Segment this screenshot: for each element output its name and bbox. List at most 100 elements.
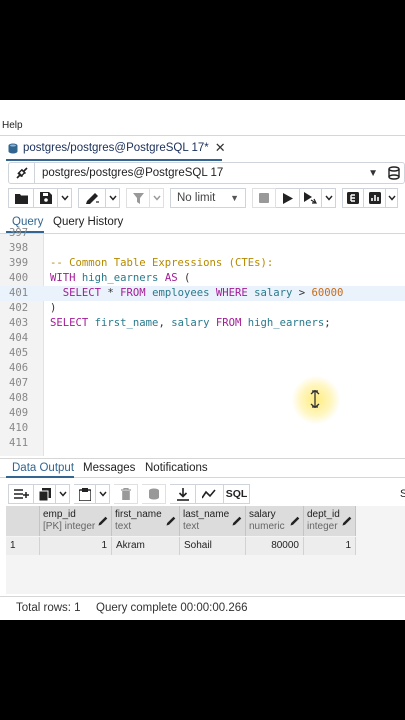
editor-line[interactable]: 399 -- Common Table Expressions (CTEs): <box>0 256 405 271</box>
delete-button[interactable] <box>114 484 138 504</box>
query-tool-tab-title: postgres/postgres@PostgreSQL 17* <box>23 142 209 154</box>
editor-line[interactable]: 411 <box>0 436 405 451</box>
sql-button[interactable]: SQL <box>224 484 250 504</box>
save-data-button[interactable] <box>142 484 166 504</box>
tab-messages[interactable]: Messages <box>83 462 135 474</box>
column-name: dept_id <box>307 509 340 520</box>
editor-line[interactable]: 406 <box>0 361 405 376</box>
filter-dropdown[interactable] <box>150 188 164 208</box>
editor-line[interactable]: 398 <box>0 241 405 256</box>
editor-line[interactable]: 401 SELECT * FROM employees WHERE salary… <box>0 286 405 301</box>
editor-line[interactable]: 409 <box>0 406 405 421</box>
code-token: first_name <box>94 317 159 329</box>
column-header-last-name[interactable]: last_name text <box>180 506 246 536</box>
pencil-icon[interactable] <box>98 516 108 526</box>
stop-button[interactable] <box>252 188 276 208</box>
chevron-down-icon <box>108 195 117 201</box>
editor-line[interactable]: 400 WITH high_earners AS ( <box>0 271 405 286</box>
paste-dropdown[interactable] <box>96 484 110 504</box>
code-text: -- Common Table Expressions (CTEs): <box>50 256 273 271</box>
line-number: 400 <box>9 272 29 284</box>
pencil-icon[interactable] <box>290 516 300 526</box>
line-number: 403 <box>9 317 29 329</box>
editor-line[interactable]: 403 SELECT first_name, salary FROM high_e… <box>0 316 405 331</box>
row-header-corner <box>6 506 40 536</box>
editor-line[interactable]: 404 <box>0 331 405 346</box>
table-cell[interactable]: Sohail <box>180 537 246 555</box>
editor-line[interactable]: 397 <box>0 226 405 241</box>
folder-icon <box>14 193 28 204</box>
edit-dropdown[interactable] <box>106 188 120 208</box>
line-number: 409 <box>9 407 29 419</box>
total-rows-text: Total rows: 1 <box>16 602 81 614</box>
pencil-icon[interactable] <box>342 516 352 526</box>
column-header-dept-id[interactable]: dept_id integer <box>304 506 356 536</box>
copy-button[interactable] <box>34 484 56 504</box>
graph-visualiser-button[interactable] <box>196 484 224 504</box>
sql-editor[interactable]: 397 398 399 -- Common Table Expressions (CT… <box>0 227 405 456</box>
close-icon[interactable]: ✕ <box>215 140 226 156</box>
column-header-emp-id[interactable]: emp_id [PK] integer <box>40 506 112 536</box>
code-token: FROM <box>120 287 153 299</box>
chevron-down-icon[interactable]: ▼ <box>368 168 378 179</box>
connection-selector[interactable]: postgres/postgres@PostgreSQL 17 ▼ <box>8 162 405 184</box>
chevron-down-icon <box>387 195 396 201</box>
code-token: SELECT <box>50 287 108 299</box>
explain-button[interactable] <box>342 188 364 208</box>
code-token: high_earners <box>81 272 165 284</box>
code-token: ; <box>324 317 331 329</box>
row-number[interactable]: 1 <box>6 537 40 555</box>
copy-dropdown[interactable] <box>56 484 70 504</box>
line-number: 402 <box>9 302 29 314</box>
filter-button[interactable] <box>126 188 150 208</box>
save-icon <box>39 192 52 204</box>
connection-status-icon[interactable] <box>9 163 35 183</box>
save-button[interactable] <box>34 188 58 208</box>
column-header-first-name[interactable]: first_name text <box>112 506 180 536</box>
pencil-icon[interactable] <box>166 516 176 526</box>
table-cell[interactable]: 1 <box>304 537 356 555</box>
edit-button[interactable] <box>78 188 106 208</box>
tab-notifications[interactable]: Notifications <box>145 462 208 474</box>
table-cell[interactable]: 80000 <box>246 537 304 555</box>
explain-analyze-button[interactable] <box>364 188 386 208</box>
table-cell[interactable]: 1 <box>40 537 112 555</box>
chevron-down-icon <box>152 195 161 201</box>
line-number: 410 <box>9 422 29 434</box>
editor-line[interactable]: 405 <box>0 346 405 361</box>
add-row-icon <box>13 489 29 499</box>
download-button[interactable] <box>170 484 196 504</box>
chart-bar-icon <box>368 192 381 204</box>
pencil-icon[interactable] <box>232 516 242 526</box>
explain-icon <box>347 192 359 204</box>
chevron-down-icon <box>324 195 333 201</box>
editor-line[interactable]: 407 <box>0 376 405 391</box>
row-limit-select[interactable]: No limit ▼ <box>170 188 246 208</box>
execute-dropdown[interactable] <box>322 188 336 208</box>
code-token: ) <box>50 302 57 314</box>
code-text: SELECT first_name, salary FROM high_earn… <box>50 316 331 331</box>
save-dropdown[interactable] <box>58 188 72 208</box>
tab-data-output[interactable]: Data Output <box>12 462 74 474</box>
play-icon <box>282 192 293 204</box>
table-cell[interactable]: Akram <box>112 537 180 555</box>
connection-label: postgres/postgres@PostgreSQL 17 <box>42 167 224 179</box>
database-list-icon[interactable] <box>386 165 402 181</box>
paste-button[interactable] <box>74 484 96 504</box>
chevron-down-icon <box>60 195 69 201</box>
add-row-button[interactable] <box>8 484 34 504</box>
paste-icon <box>78 487 91 501</box>
editor-line[interactable]: 402) <box>0 301 405 316</box>
editor-line[interactable]: 410 <box>0 421 405 436</box>
open-file-button[interactable] <box>8 188 34 208</box>
code-token: SELECT <box>50 317 95 329</box>
menu-help[interactable]: Help <box>2 120 23 131</box>
code-token: high_earners <box>247 317 325 329</box>
column-name: first_name <box>115 509 162 520</box>
editor-line[interactable]: 408 <box>0 391 405 406</box>
query-tool-tab[interactable]: postgres/postgres@PostgreSQL 17* ✕ <box>8 138 226 158</box>
explain-dropdown[interactable] <box>386 188 398 208</box>
column-header-salary[interactable]: salary numeric <box>246 506 304 536</box>
execute-script-button[interactable] <box>300 188 322 208</box>
execute-button[interactable] <box>276 188 300 208</box>
